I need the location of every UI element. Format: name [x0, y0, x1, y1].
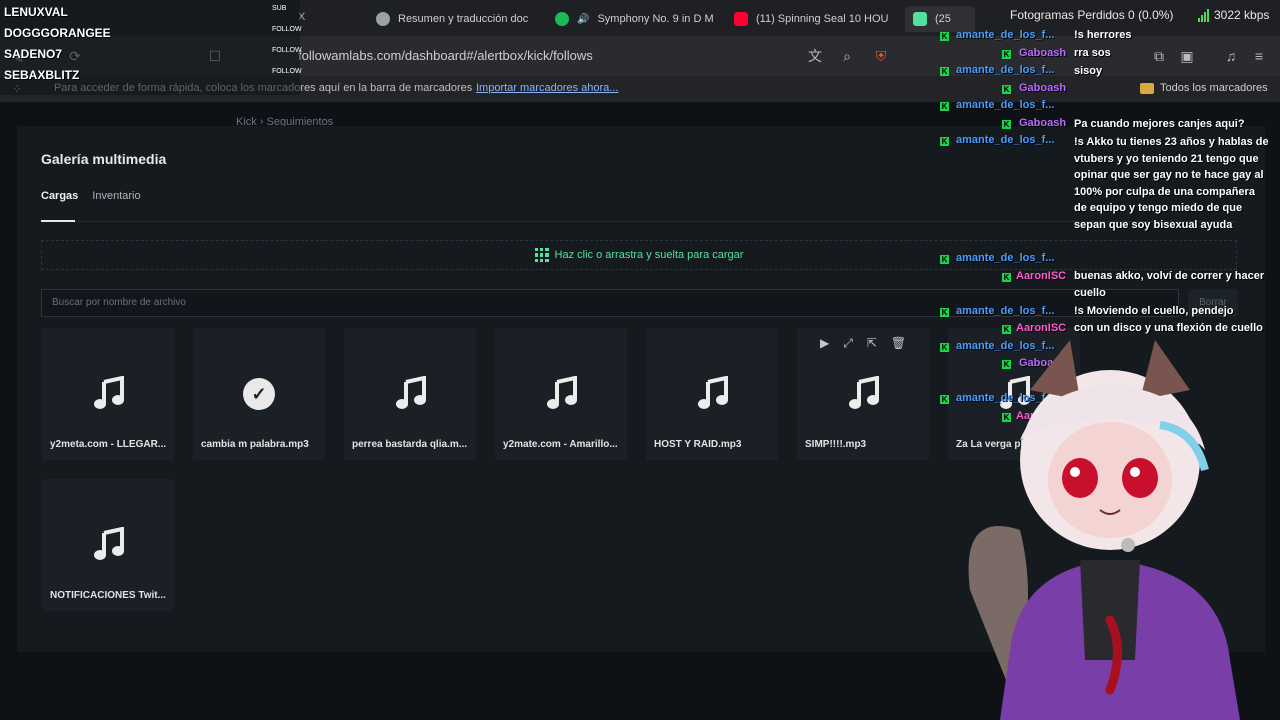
vtuber-avatar — [968, 340, 1240, 720]
kick-badge-icon: K — [940, 67, 949, 76]
card-actions: ▶ ⤢ ⇱ 🗑 — [820, 336, 906, 351]
chat-username: amante_de_los_f... — [956, 64, 1055, 76]
media-card[interactable]: y2mate.com - Amarillo... — [495, 328, 627, 460]
kick-badge-icon: K — [940, 308, 949, 317]
chat-username: amante_de_los_f... — [956, 99, 1055, 111]
music-note-icon — [847, 375, 881, 410]
kick-badge-icon: K — [940, 32, 949, 41]
file-name: y2mate.com - Amarillo... — [503, 439, 618, 450]
import-bookmarks-link[interactable]: Importar marcadores ahora... — [476, 82, 618, 94]
music-note-icon — [92, 526, 126, 561]
streamlabs-icon — [913, 12, 927, 26]
file-name: cambia m palabra.mp3 — [201, 439, 309, 450]
kick-badge-icon: K — [940, 343, 949, 352]
alert-type: FOLLOW — [272, 47, 302, 54]
tab-resumen[interactable]: Resumen y traducción doc — [376, 6, 536, 32]
music-note-icon — [696, 375, 730, 410]
chat-username: Gaboash — [1019, 47, 1067, 59]
chat-username: Gaboash — [1019, 82, 1067, 94]
openai-icon — [376, 12, 390, 26]
music-note-icon — [394, 375, 428, 410]
alert-type: FOLLOW — [272, 26, 302, 33]
kick-badge-icon: K — [1002, 273, 1011, 282]
file-name: y2meta.com - LLEGAR... — [50, 439, 167, 450]
alert-username: SEBAXBLITZ — [4, 68, 80, 82]
url-input[interactable]: followamlabs.com/dashboard#/alertbox/kic… — [298, 48, 593, 63]
play-icon[interactable]: ▶ — [820, 336, 829, 351]
alert-username: LENUXVAL — [4, 5, 68, 19]
zoom-icon[interactable]: ⌕ — [838, 47, 856, 65]
alert-username: SADENO7 — [4, 47, 63, 61]
translate-icon[interactable]: 文 — [806, 47, 824, 65]
media-card[interactable]: ✓ cambia m palabra.mp3 — [193, 328, 325, 460]
tab-uploads[interactable]: Cargas — [41, 190, 78, 202]
youtube-icon — [734, 12, 748, 26]
upload-dropzone[interactable]: Haz clic o arrastra y suelta para cargar — [41, 240, 1237, 270]
bitrate: 3022 kbps — [1198, 8, 1269, 22]
expand-icon[interactable]: ⤢ — [843, 336, 853, 351]
spotify-icon — [555, 12, 569, 26]
kick-badge-icon: K — [1002, 50, 1011, 59]
file-name: NOTIFICACIONES Twit... — [50, 590, 166, 601]
chat-username: amante_de_los_f... — [956, 252, 1055, 264]
chat-message: !s herrores — [1074, 29, 1132, 41]
chat-message: !s Akko tu tienes 23 años y hablas de vt… — [1074, 136, 1269, 231]
kick-badge-icon: K — [940, 102, 949, 111]
chat-message: Pa cuando mejores canjes aqui? — [1074, 118, 1245, 130]
chat-message: !s Moviendo el cuello, pendejo — [1074, 305, 1234, 317]
media-card[interactable]: NOTIFICACIONES Twit... — [42, 479, 174, 611]
brave-shield-icon[interactable]: ⛨ — [872, 47, 890, 65]
kick-badge-icon: K — [1002, 85, 1011, 94]
kick-badge-icon: K — [940, 395, 949, 404]
signal-icon — [1198, 8, 1209, 22]
chat-message: buenas akko, volví de correr y hacer cue… — [1074, 270, 1265, 299]
dropped-frames: Fotogramas Perdidos 0 (0.0%) — [1010, 8, 1174, 22]
media-card[interactable]: perrea bastarda qlia.m... — [344, 328, 476, 460]
chat-username: Gaboash — [1019, 117, 1067, 129]
alert-username: DOGGGORANGEE — [4, 26, 111, 40]
chat-username: amante_de_los_f... — [956, 305, 1055, 317]
file-name: HOST Y RAID.mp3 — [654, 439, 742, 450]
selected-check-icon: ✓ — [243, 378, 275, 410]
music-note-icon — [545, 375, 579, 410]
upload-grid-icon — [534, 248, 549, 262]
active-tab-indicator — [41, 220, 75, 222]
external-icon[interactable]: ⇱ — [867, 336, 877, 351]
music-note-icon — [92, 375, 126, 410]
kick-badge-icon: K — [1002, 120, 1011, 129]
chat-message: rra sos — [1074, 47, 1111, 59]
tab-inventory[interactable]: Inventario — [92, 190, 140, 202]
alert-type: FOLLOW — [272, 68, 302, 75]
kick-badge-icon: K — [940, 255, 949, 264]
kick-badge-icon: K — [940, 137, 949, 146]
chat-username: AaronISC — [1016, 270, 1067, 282]
chat-username: amante_de_los_f... — [956, 29, 1055, 41]
file-name: perrea bastarda qlia.m... — [352, 439, 468, 450]
trash-icon[interactable]: 🗑 — [891, 336, 906, 351]
media-card[interactable]: HOST Y RAID.mp3 — [646, 328, 778, 460]
speaker-icon: 🔊 — [577, 13, 590, 25]
folder-icon — [1140, 82, 1154, 94]
chat-username: amante_de_los_f... — [956, 134, 1055, 146]
alert-type: SUB — [272, 5, 287, 12]
tab-youtube[interactable]: (11) Spinning Seal 10 HOU — [734, 6, 894, 32]
gallery-tabs: Cargas Inventario — [41, 190, 141, 202]
tabs-divider — [41, 221, 1237, 222]
media-card[interactable]: y2meta.com - LLEGAR... — [42, 328, 174, 460]
modal-title: Galería multimedia — [41, 151, 167, 167]
file-name: SIMP!!!!.mp3 — [805, 439, 867, 450]
all-bookmarks-button[interactable]: Todos los marcadores — [1140, 82, 1268, 94]
chat-message: sisoy — [1074, 65, 1103, 77]
tab-spotify[interactable]: 🔊 Symphony No. 9 in D M — [555, 6, 715, 32]
